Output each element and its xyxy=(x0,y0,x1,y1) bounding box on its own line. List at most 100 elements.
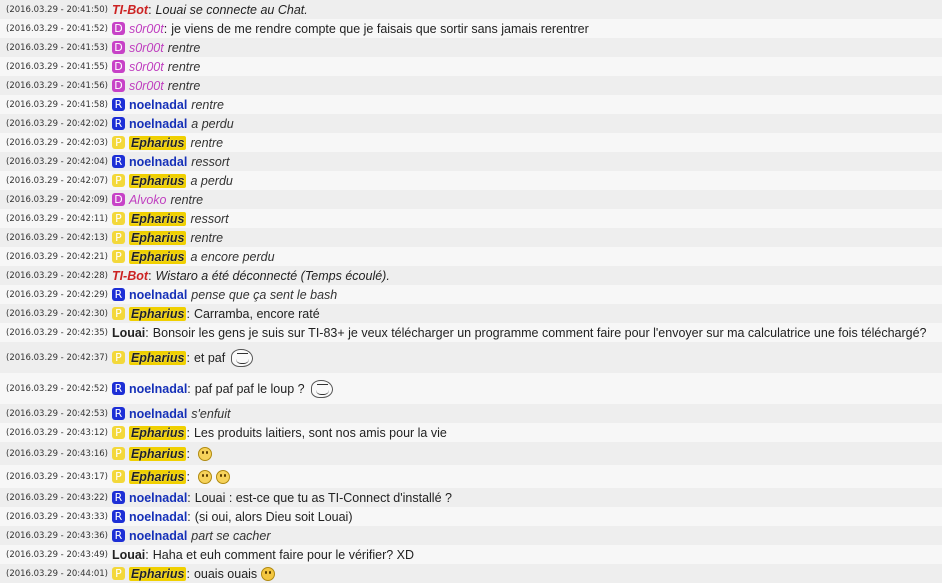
chat-message-row: (2016.03.29 - 20:43:22) Rnoelnadal: Louai … xyxy=(0,488,942,507)
chat-message-row: (2016.03.29 - 20:41:58) Rnoelnadal rentre xyxy=(0,95,942,114)
message-text: Louai : est-ce que tu as TI-Connect d'in… xyxy=(194,490,452,505)
chat-message-row: (2016.03.29 - 20:42:35) Louai: Bonsoir les… xyxy=(0,323,942,342)
username[interactable]: s0r00t xyxy=(129,22,164,36)
rank-badge-R: R xyxy=(111,382,125,395)
chat-message-row: (2016.03.29 - 20:43:12) P Epharius: Les pro… xyxy=(0,423,942,442)
message-text: (si oui, alors Dieu soit Louai) xyxy=(194,509,353,524)
username[interactable]: Louai xyxy=(112,548,145,562)
username[interactable]: noelnadal xyxy=(129,98,187,112)
smiley-icon xyxy=(197,469,212,484)
message-timestamp: (2016.03.29 - 20:42:29) xyxy=(6,289,108,300)
separator: : xyxy=(186,446,190,461)
message-text: ouais ouais xyxy=(193,566,258,581)
username[interactable]: Epharius xyxy=(128,566,187,581)
action-text: Louai se connecte au Chat. xyxy=(155,2,308,17)
username[interactable]: s0r00t xyxy=(129,60,164,74)
separator: : xyxy=(187,509,191,524)
message-timestamp: (2016.03.29 - 20:42:37) xyxy=(6,352,108,363)
rank-badge-D: D xyxy=(111,41,125,54)
chat-message-row: (2016.03.29 - 20:42:52) Rnoelnadal: paf pa… xyxy=(0,373,942,404)
chat-message-row: (2016.03.29 - 20:41:52) Ds0r00t: je viens … xyxy=(0,19,942,38)
message-timestamp: (2016.03.29 - 20:41:55) xyxy=(6,61,108,72)
rank-badge-R: R xyxy=(111,407,125,420)
separator: : xyxy=(186,566,190,581)
message-timestamp: (2016.03.29 - 20:43:16) xyxy=(6,448,108,459)
username[interactable]: noelnadal xyxy=(129,155,187,169)
username[interactable]: Epharius xyxy=(128,425,187,440)
username[interactable]: noelnadal xyxy=(129,529,187,543)
separator: : xyxy=(145,325,149,340)
username[interactable]: Louai xyxy=(112,326,145,340)
separator: : xyxy=(187,490,191,505)
trollface-icon xyxy=(310,379,333,398)
message-timestamp: (2016.03.29 - 20:42:13) xyxy=(6,232,108,243)
action-text: a encore perdu xyxy=(190,249,275,264)
action-text: rentre xyxy=(167,78,201,93)
username[interactable]: noelnadal xyxy=(129,288,187,302)
username[interactable]: Epharius xyxy=(128,249,187,264)
username[interactable]: s0r00t xyxy=(129,79,164,93)
separator: : xyxy=(186,425,190,440)
username[interactable]: noelnadal xyxy=(129,510,187,524)
username[interactable]: s0r00t xyxy=(129,41,164,55)
separator: : xyxy=(186,306,190,321)
message-timestamp: (2016.03.29 - 20:43:33) xyxy=(6,511,108,522)
tongue-smiley-icon xyxy=(261,566,276,581)
action-text: rentre xyxy=(167,59,201,74)
message-text: Carramba, encore raté xyxy=(193,306,320,321)
chat-message-row: (2016.03.29 - 20:42:13) P Epharius rentre xyxy=(0,228,942,247)
rank-badge-P: P xyxy=(111,567,125,580)
action-text: rentre xyxy=(167,40,201,55)
username[interactable]: Epharius xyxy=(128,173,187,188)
rank-badge-R: R xyxy=(111,98,125,111)
chat-message-row: (2016.03.29 - 20:42:53) Rnoelnadal s'enfui… xyxy=(0,404,942,423)
rank-badge-P: P xyxy=(111,447,125,460)
rank-badge-R: R xyxy=(111,155,125,168)
rank-badge-P: P xyxy=(111,174,125,187)
chat-message-row: (2016.03.29 - 20:42:29) Rnoelnadal pense q… xyxy=(0,285,942,304)
chat-message-row: (2016.03.29 - 20:42:30) P Epharius: Carramb… xyxy=(0,304,942,323)
smiley-icon xyxy=(215,469,230,484)
action-text: rentre xyxy=(190,230,224,245)
chat-message-row: (2016.03.29 - 20:43:49) Louai: Haha et euh… xyxy=(0,545,942,564)
message-text: Bonsoir les gens je suis sur TI-83+ je v… xyxy=(152,325,927,340)
rank-badge-P: P xyxy=(111,307,125,320)
message-timestamp: (2016.03.29 - 20:41:50) xyxy=(6,4,108,15)
smiley-icon xyxy=(197,446,212,461)
chat-message-row: (2016.03.29 - 20:43:17) P Epharius: xyxy=(0,465,942,488)
username[interactable]: Epharius xyxy=(128,211,187,226)
message-timestamp: (2016.03.29 - 20:42:09) xyxy=(6,194,108,205)
username[interactable]: Epharius xyxy=(128,306,187,321)
action-text: rentre xyxy=(191,97,224,112)
username[interactable]: Epharius xyxy=(128,230,187,245)
username[interactable]: noelnadal xyxy=(129,117,187,131)
chat-message-row: (2016.03.29 - 20:42:04) Rnoelnadal ressort xyxy=(0,152,942,171)
username[interactable]: Epharius xyxy=(128,135,187,150)
message-timestamp: (2016.03.29 - 20:41:52) xyxy=(6,23,108,34)
trollface-icon xyxy=(231,348,254,367)
chat-message-row: (2016.03.29 - 20:42:37) P Epharius: et paf xyxy=(0,342,942,373)
username[interactable]: noelnadal xyxy=(129,407,187,421)
message-text: Les produits laitiers, sont nos amis pou… xyxy=(193,425,447,440)
message-timestamp: (2016.03.29 - 20:43:36) xyxy=(6,530,108,541)
username[interactable]: Alvoko xyxy=(129,193,167,207)
username[interactable]: TI-Bot xyxy=(112,269,148,283)
username[interactable]: Epharius xyxy=(128,446,187,461)
username[interactable]: noelnadal xyxy=(129,491,187,505)
separator: : xyxy=(186,350,190,365)
username[interactable]: TI-Bot xyxy=(112,3,148,17)
rank-badge-D: D xyxy=(111,193,125,206)
message-text: je viens de me rendre compte que je fais… xyxy=(171,21,589,36)
rank-badge-P: P xyxy=(111,212,125,225)
action-text: a perdu xyxy=(190,173,233,188)
username[interactable]: Epharius xyxy=(128,350,187,365)
chat-message-row: (2016.03.29 - 20:42:21) P Epharius a encore… xyxy=(0,247,942,266)
message-timestamp: (2016.03.29 - 20:42:52) xyxy=(6,383,108,394)
username[interactable]: noelnadal xyxy=(129,382,187,396)
rank-badge-P: P xyxy=(111,136,125,149)
rank-badge-P: P xyxy=(111,231,125,244)
username[interactable]: Epharius xyxy=(128,469,187,484)
separator: : xyxy=(187,381,191,396)
message-timestamp: (2016.03.29 - 20:42:21) xyxy=(6,251,108,262)
action-text: a perdu xyxy=(191,116,234,131)
